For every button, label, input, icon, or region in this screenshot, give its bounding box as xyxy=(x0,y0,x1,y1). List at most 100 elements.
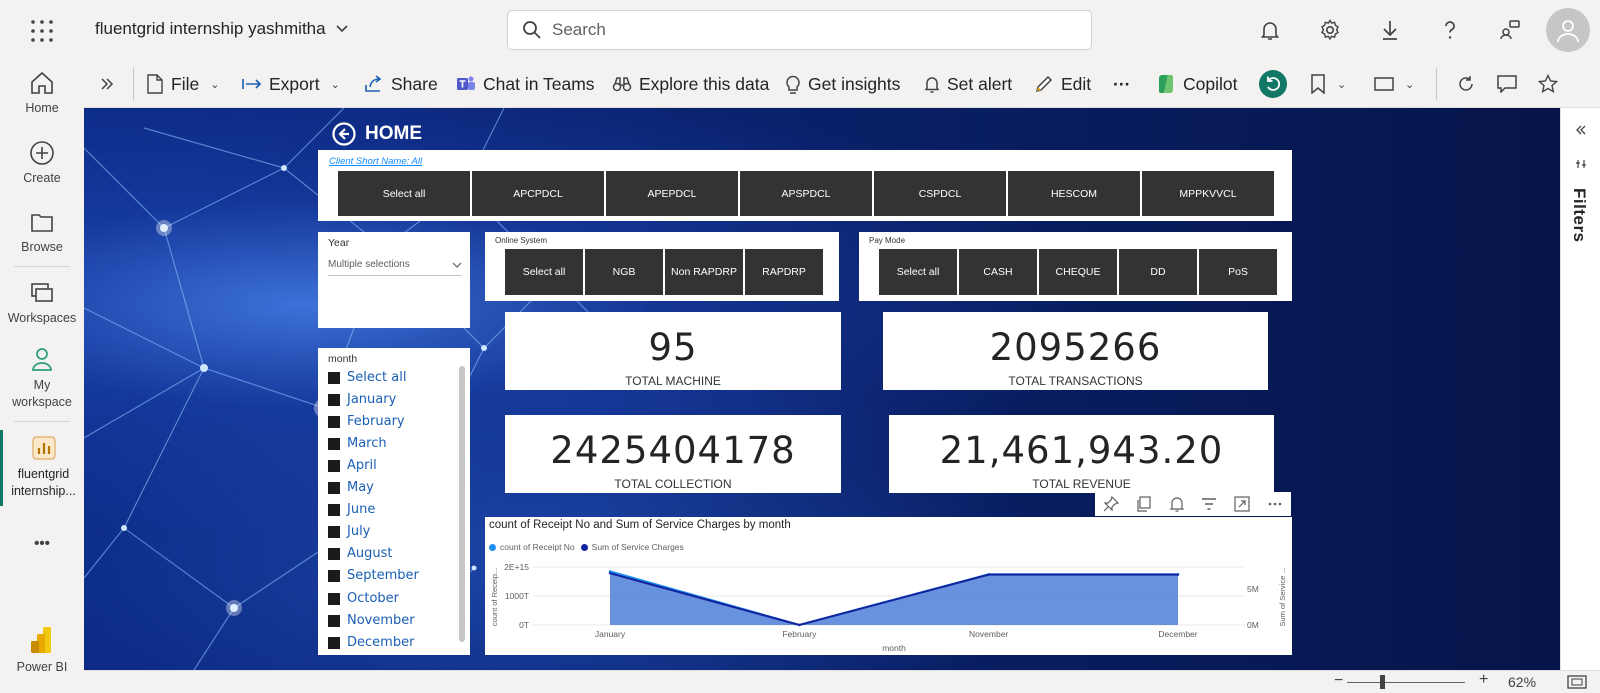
focus-mode-icon[interactable] xyxy=(1234,496,1250,512)
nav-create[interactable]: Create xyxy=(0,140,84,185)
filter-icon[interactable] xyxy=(1201,496,1217,512)
month-option[interactable]: January xyxy=(328,392,396,407)
nav-browse[interactable]: Browse xyxy=(0,209,84,254)
pay-mode-tile[interactable]: Select all xyxy=(879,249,957,295)
nav-report-active[interactable]: fluentgrid internship... xyxy=(0,430,84,506)
export-menu[interactable]: Export ⌄ xyxy=(242,60,340,108)
notifications-bell-icon[interactable] xyxy=(1258,18,1282,42)
nav-my-workspace[interactable]: My workspace xyxy=(0,346,84,411)
more-options-button[interactable]: ··· xyxy=(1113,60,1130,108)
zoom-out-button[interactable]: − xyxy=(1334,672,1343,690)
expand-nav-button[interactable] xyxy=(100,60,114,108)
copilot-button[interactable]: Copilot xyxy=(1156,60,1237,108)
client-tile[interactable]: APSPDCL xyxy=(740,171,872,216)
comments-button[interactable] xyxy=(1497,60,1517,108)
settings-gear-icon[interactable] xyxy=(1318,18,1342,42)
month-option-label: Select all xyxy=(347,370,407,385)
workspace-title[interactable]: fluentgrid internship yashmitha xyxy=(95,19,348,39)
online-system-slicer: Online System Select all NGB Non RAPDRP … xyxy=(485,232,839,301)
month-slicer-scrollbar[interactable] xyxy=(459,366,465,642)
refresh-button[interactable] xyxy=(1457,60,1475,108)
get-insights-button[interactable]: Get insights xyxy=(785,60,900,108)
pin-icon[interactable] xyxy=(1103,496,1120,512)
zoom-slider-track[interactable] xyxy=(1347,682,1465,683)
help-icon[interactable] xyxy=(1438,18,1462,42)
nav-workspaces[interactable]: Workspaces xyxy=(0,280,84,325)
pay-mode-tile[interactable]: CASH xyxy=(959,249,1037,295)
client-tile[interactable]: MPPKVVCL xyxy=(1142,171,1274,216)
chevron-down-icon: ⌄ xyxy=(330,78,340,91)
month-option[interactable]: March xyxy=(328,436,387,451)
month-option[interactable]: July xyxy=(328,524,370,539)
zoom-in-button[interactable]: + xyxy=(1479,671,1488,689)
app-launcher-icon[interactable] xyxy=(30,19,54,43)
client-tile[interactable]: Select all xyxy=(338,171,470,216)
month-option[interactable]: October xyxy=(328,591,399,606)
client-tile[interactable]: CSPDCL xyxy=(874,171,1006,216)
zoom-slider-thumb[interactable] xyxy=(1380,675,1385,689)
chart-plot[interactable]: 2E+15 1000T 0T 5M 0M count of Receip... Sum of… xyxy=(485,517,1292,655)
set-alert-button[interactable]: Set alert xyxy=(924,60,1012,108)
x-tick-label: February xyxy=(782,629,817,639)
bookmark-menu[interactable]: ⌄ xyxy=(1310,60,1346,108)
download-icon[interactable] xyxy=(1378,18,1402,42)
month-option[interactable]: April xyxy=(328,458,377,473)
pay-mode-tile[interactable]: DD xyxy=(1119,249,1197,295)
month-option-label: December xyxy=(347,635,415,650)
powerbi-brand[interactable]: Power BI xyxy=(0,625,84,674)
nav-divider xyxy=(14,421,70,422)
edit-button[interactable]: Edit xyxy=(1034,60,1091,108)
pay-mode-tile[interactable]: PoS xyxy=(1199,249,1277,295)
month-option[interactable]: Select all xyxy=(328,370,406,385)
client-tile[interactable]: APCPDCL xyxy=(472,171,604,216)
y-tick-label: 0T xyxy=(519,620,529,630)
more-icon: ••• xyxy=(34,535,50,552)
filters-pane[interactable]: Filters xyxy=(1560,108,1600,670)
view-menu[interactable]: ⌄ xyxy=(1374,60,1414,108)
kpi-value: 95 xyxy=(648,326,698,369)
month-option[interactable]: June xyxy=(328,502,375,517)
copy-visual-icon[interactable] xyxy=(1136,496,1152,512)
month-option[interactable]: February xyxy=(328,414,405,429)
year-dropdown[interactable]: Multiple selections xyxy=(328,254,462,276)
search-input[interactable] xyxy=(552,20,1052,40)
favorite-button[interactable] xyxy=(1538,60,1558,108)
nav-more[interactable]: ••• xyxy=(0,535,84,552)
person-icon xyxy=(32,348,52,371)
checkbox-icon xyxy=(328,547,340,560)
online-system-tile[interactable]: Non RAPDRP xyxy=(665,249,743,295)
client-tile[interactable]: HESCOM xyxy=(1008,171,1140,216)
month-option[interactable]: September xyxy=(328,568,419,583)
edit-label: Edit xyxy=(1061,73,1092,94)
feedback-people-icon[interactable] xyxy=(1498,18,1522,42)
chat-in-teams-label: Chat in Teams xyxy=(483,73,595,94)
more-options-icon[interactable] xyxy=(1267,496,1283,512)
user-avatar[interactable] xyxy=(1546,8,1590,52)
chat-in-teams-button[interactable]: Chat in Teams xyxy=(456,60,595,108)
month-option[interactable]: August xyxy=(328,546,393,561)
client-slicer-header[interactable]: Client Short Name: All xyxy=(329,156,422,167)
home-button[interactable]: HOME xyxy=(332,122,422,146)
alert-bell-icon xyxy=(924,77,940,93)
nav-home[interactable]: Home xyxy=(0,70,84,115)
year-dropdown-value: Multiple selections xyxy=(328,259,410,270)
workspace-title-text: fluentgrid internship yashmitha xyxy=(95,19,326,38)
online-system-tile[interactable]: Select all xyxy=(505,249,583,295)
explore-data-button[interactable]: Explore this data xyxy=(612,60,769,108)
client-tile[interactable]: APEPDCL xyxy=(606,171,738,216)
share-button[interactable]: Share xyxy=(364,60,438,108)
month-option[interactable]: December xyxy=(328,635,414,650)
month-option[interactable]: May xyxy=(328,480,374,495)
reset-button[interactable] xyxy=(1259,60,1287,108)
month-option[interactable]: November xyxy=(328,613,415,628)
file-menu[interactable]: File ⌄ xyxy=(146,60,219,108)
double-chevron-right-icon xyxy=(101,78,114,90)
collapse-chevron-icon[interactable] xyxy=(1575,124,1587,136)
fit-to-page-icon[interactable] xyxy=(1567,674,1587,690)
alert-bell-icon[interactable] xyxy=(1169,496,1185,512)
online-system-tile[interactable]: NGB xyxy=(585,249,663,295)
online-system-tile[interactable]: RAPDRP xyxy=(745,249,823,295)
pay-mode-tile[interactable]: CHEQUE xyxy=(1039,249,1117,295)
search-box[interactable] xyxy=(507,10,1092,50)
reset-icon xyxy=(1259,70,1287,98)
